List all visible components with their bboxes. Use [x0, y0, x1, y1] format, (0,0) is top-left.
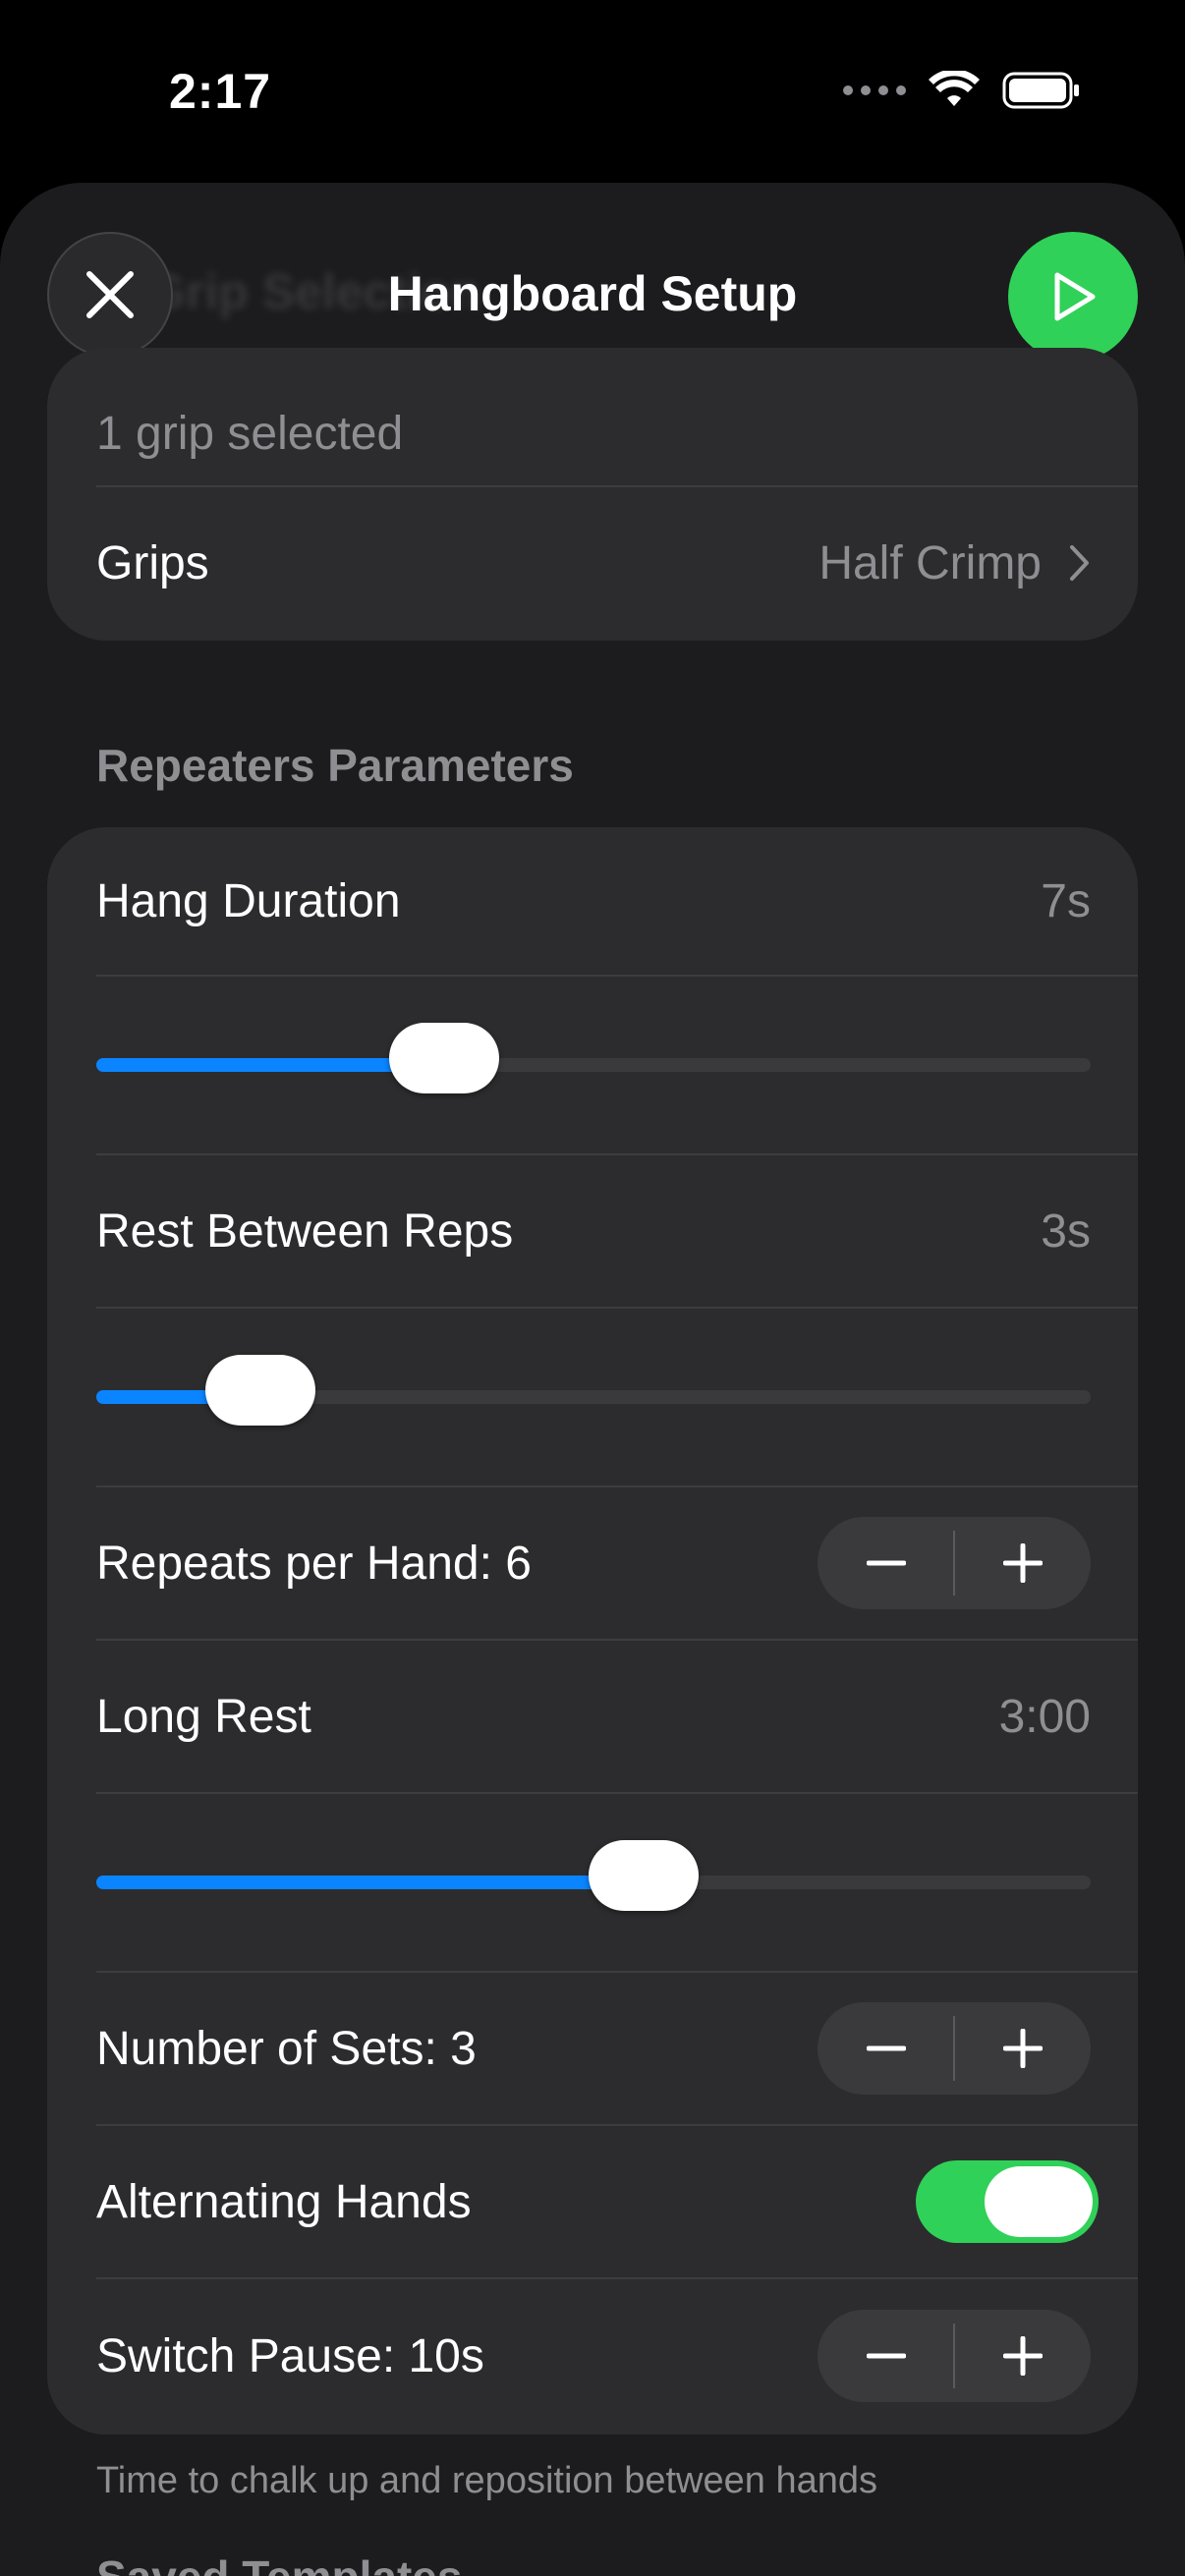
repeats-per-hand-row: Repeats per Hand: 6 — [96, 1487, 1138, 1641]
status-time: 2:17 — [169, 64, 272, 119]
decrement-button[interactable] — [818, 2002, 954, 2095]
grip-summary: 1 grip selected — [96, 407, 404, 460]
grips-selected-value: Half Crimp — [818, 536, 1042, 589]
hang-duration-row: Hang Duration 7s — [96, 827, 1138, 977]
alternating-hands-label: Alternating Hands — [96, 2175, 472, 2228]
hang-duration-label: Hang Duration — [96, 874, 401, 927]
cellular-signal-icon — [843, 85, 906, 95]
slider-thumb[interactable] — [588, 1840, 699, 1911]
switch-pause-label: Switch Pause: 10s — [96, 2329, 484, 2382]
section-header: Repeaters Parameters — [96, 740, 574, 791]
increment-button[interactable] — [954, 2310, 1091, 2402]
number-of-sets-label: Number of Sets: 3 — [96, 2022, 477, 2075]
hang-duration-slider[interactable] — [96, 1023, 1091, 1093]
grips-row[interactable]: Grips Half Crimp — [96, 487, 1138, 639]
plus-icon — [1002, 2029, 1043, 2068]
switch-pause-footnote: Time to chalk up and reposition between … — [96, 2460, 877, 2501]
rest-between-reps-slider-row — [96, 1309, 1138, 1487]
alternating-hands-row: Alternating Hands — [96, 2126, 1138, 2279]
status-bar: 2:17 — [0, 0, 1185, 187]
status-icons — [843, 71, 1081, 110]
wifi-icon — [929, 71, 980, 106]
stepper-divider — [953, 2016, 955, 2081]
grip-card: 1 grip selected Grips Half Crimp — [47, 348, 1138, 641]
number-of-sets-row: Number of Sets: 3 — [96, 1973, 1138, 2126]
rest-between-reps-label: Rest Between Reps — [96, 1204, 514, 1258]
slider-thumb[interactable] — [389, 1023, 500, 1093]
minus-icon — [866, 2045, 906, 2051]
chevron-right-icon — [1070, 545, 1089, 581]
long-rest-value: 3:00 — [998, 1690, 1091, 1743]
plus-icon — [1002, 2336, 1043, 2376]
close-button[interactable] — [47, 232, 173, 358]
number-of-sets-stepper — [818, 2002, 1091, 2095]
start-button[interactable] — [1008, 232, 1138, 362]
switch-pause-row: Switch Pause: 10s — [96, 2279, 1138, 2433]
close-icon — [86, 271, 134, 318]
grips-label: Grips — [96, 536, 209, 589]
decrement-button[interactable] — [818, 1517, 954, 1609]
setup-sheet: Grip Selection Hangboard Setup 1 grip se… — [0, 183, 1185, 2576]
rest-between-reps-value: 3s — [1041, 1204, 1091, 1258]
switch-pause-stepper — [818, 2310, 1091, 2402]
long-rest-label: Long Rest — [96, 1690, 311, 1743]
saved-templates-header: Saved Templates — [96, 2550, 462, 2576]
plus-icon — [1002, 1543, 1043, 1583]
rest-between-reps-row: Rest Between Reps 3s — [96, 1155, 1138, 1309]
grips-value: Half Crimp — [818, 536, 1091, 590]
increment-button[interactable] — [954, 2002, 1091, 2095]
slider-fill — [96, 1876, 644, 1889]
hang-duration-value: 7s — [1041, 874, 1091, 927]
rest-between-reps-slider[interactable] — [96, 1355, 1091, 1426]
repeats-per-hand-stepper — [818, 1517, 1091, 1609]
stepper-divider — [953, 1531, 955, 1596]
decrement-button[interactable] — [818, 2310, 954, 2402]
repeats-per-hand-label: Repeats per Hand: 6 — [96, 1537, 532, 1590]
play-icon — [1054, 272, 1096, 321]
stepper-divider — [953, 2324, 955, 2388]
long-rest-row: Long Rest 3:00 — [96, 1641, 1138, 1794]
long-rest-slider-row — [96, 1794, 1138, 1973]
slider-thumb[interactable] — [204, 1355, 315, 1426]
battery-icon — [1002, 72, 1079, 109]
toggle-knob — [985, 2166, 1093, 2237]
alternating-hands-toggle[interactable] — [916, 2160, 1099, 2243]
hang-duration-slider-row — [96, 977, 1138, 1155]
minus-icon — [866, 2353, 906, 2359]
increment-button[interactable] — [954, 1517, 1091, 1609]
long-rest-slider[interactable] — [96, 1840, 1091, 1911]
grip-summary-row: 1 grip selected — [96, 348, 1138, 487]
parameters-card: Hang Duration 7s Rest Between Reps 3s Re… — [47, 827, 1138, 2435]
minus-icon — [866, 1560, 906, 1566]
